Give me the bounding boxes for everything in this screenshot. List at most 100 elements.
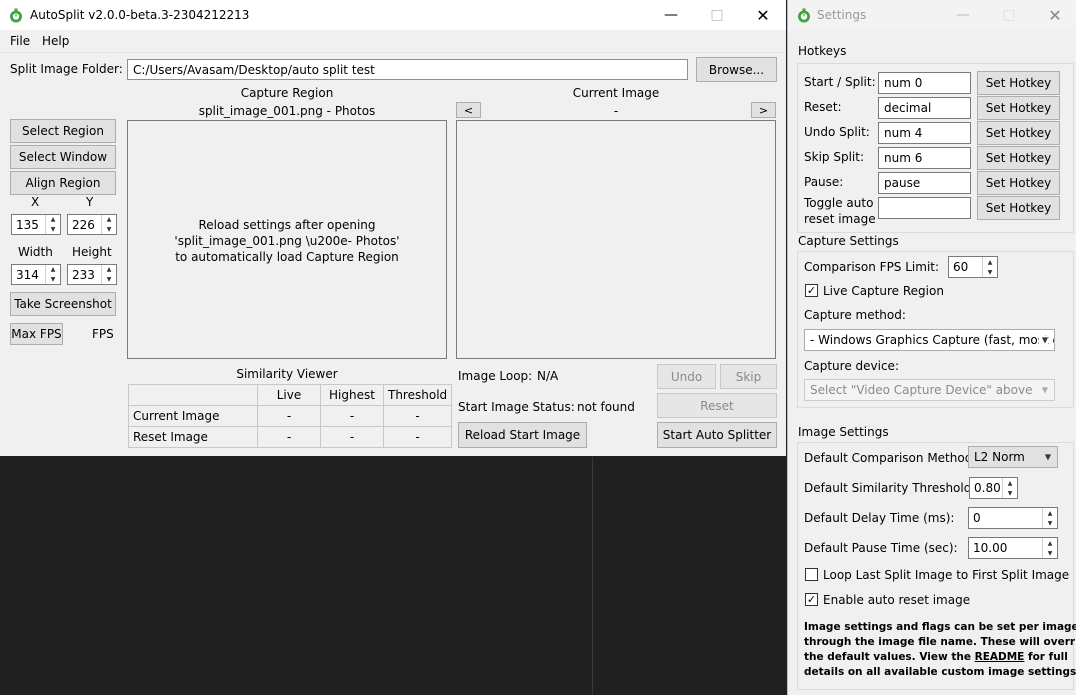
spin-up-icon[interactable]: ▲ (1003, 478, 1017, 488)
skip-button[interactable]: Skip (720, 364, 777, 389)
x-spinbox-arrows[interactable]: ▲ ▼ (45, 215, 60, 234)
capture-region-subtitle: split_image_001.png - Photos (198, 104, 376, 118)
x-label: X (31, 195, 40, 209)
take-screenshot-button[interactable]: Take Screenshot (10, 292, 116, 316)
settings-window: Settings — □ ✕ Hotkeys Start / Split: nu… (787, 0, 1076, 695)
menu-help[interactable]: Help (42, 34, 69, 48)
comparison-method-select[interactable]: L2 Norm ▼ (968, 446, 1058, 468)
delay-time-arrows[interactable]: ▲ ▼ (1042, 508, 1057, 528)
spin-up-icon[interactable]: ▲ (46, 265, 60, 275)
browse-button[interactable]: Browse... (696, 57, 777, 82)
split-folder-input[interactable]: C:/Users/Avasam/Desktop/auto split test (127, 59, 688, 80)
capture-device-value: Select "Video Capture Device" above (810, 383, 1033, 397)
set-hotkey-button[interactable]: Set Hotkey (977, 71, 1060, 95)
cell-live: - (257, 405, 321, 427)
close-icon[interactable]: ✕ (1032, 0, 1076, 30)
capture-device-label: Capture device: (804, 359, 899, 373)
width-spinbox-arrows[interactable]: ▲ ▼ (45, 265, 60, 284)
fps-limit-spinbox[interactable]: 60 ▲ ▼ (948, 256, 998, 278)
similarity-threshold-value: 0.80 (974, 481, 1001, 495)
hotkey-input-reset[interactable]: decimal (878, 97, 971, 119)
enable-reset-label: Enable auto reset image (823, 593, 971, 607)
spin-down-icon[interactable]: ▼ (102, 275, 116, 285)
capture-region-message-line: Reload settings after opening (198, 218, 376, 232)
table-row: Current Image - - - (128, 405, 453, 427)
hotkey-input-toggle-reset[interactable] (878, 197, 971, 219)
loop-checkbox[interactable] (805, 568, 818, 581)
similarity-header-row: Live Highest Threshold (128, 384, 453, 406)
similarity-threshold-spinbox[interactable]: 0.80 ▲ ▼ (969, 477, 1018, 499)
current-image-title: Current Image (572, 86, 660, 100)
image-loop-value: N/A (537, 369, 559, 383)
fps-limit-spinbox-arrows[interactable]: ▲ ▼ (982, 257, 997, 277)
hotkey-input-pause[interactable]: pause (878, 172, 971, 194)
pause-time-arrows[interactable]: ▲ ▼ (1042, 538, 1057, 558)
readme-link[interactable]: README (975, 651, 1025, 663)
width-value: 314 (16, 267, 39, 282)
spin-up-icon[interactable]: ▲ (983, 257, 997, 267)
close-icon[interactable]: ✕ (740, 0, 786, 30)
spin-down-icon[interactable]: ▼ (1003, 488, 1017, 498)
info-text-segment: the default values. View the (804, 651, 971, 663)
menu-file[interactable]: File (10, 34, 30, 48)
spin-down-icon[interactable]: ▼ (1043, 548, 1057, 558)
info-line: the default values. View the README for … (804, 650, 1068, 665)
minimize-icon[interactable]: — (648, 0, 694, 30)
info-line: Image settings and flags can be set per … (804, 621, 1076, 633)
reset-button[interactable]: Reset (657, 393, 777, 418)
settings-window-title: Settings (817, 8, 867, 22)
y-spinbox-arrows[interactable]: ▲ ▼ (101, 215, 116, 234)
set-hotkey-button[interactable]: Set Hotkey (977, 196, 1060, 220)
spin-up-icon[interactable]: ▲ (1043, 508, 1057, 518)
hotkey-input-skip-split[interactable]: num 6 (878, 147, 971, 169)
x-value: 135 (16, 217, 39, 232)
start-auto-splitter-button[interactable]: Start Auto Splitter (657, 422, 777, 448)
width-spinbox[interactable]: 314 ▲ ▼ (11, 264, 61, 285)
spin-down-icon[interactable]: ▼ (983, 267, 997, 277)
enable-reset-checkbox[interactable]: ✓ (805, 593, 818, 606)
cell-highest: - (320, 426, 384, 448)
spin-up-icon[interactable]: ▲ (46, 215, 60, 225)
spin-down-icon[interactable]: ▼ (1043, 518, 1057, 528)
similarity-threshold-arrows[interactable]: ▲ ▼ (1002, 478, 1017, 498)
height-spinbox-arrows[interactable]: ▲ ▼ (101, 265, 116, 284)
reload-start-image-button[interactable]: Reload Start Image (458, 422, 587, 448)
hotkey-input-undo-split[interactable]: num 4 (878, 122, 971, 144)
pause-time-spinbox[interactable]: 10.00 ▲ ▼ (968, 537, 1058, 559)
select-window-button[interactable]: Select Window (10, 145, 116, 169)
undo-button[interactable]: Undo (657, 364, 716, 389)
align-region-button[interactable]: Align Region (10, 171, 116, 195)
set-hotkey-button[interactable]: Set Hotkey (977, 121, 1060, 145)
spin-up-icon[interactable]: ▲ (1043, 538, 1057, 548)
check-icon: ✓ (806, 593, 817, 606)
x-spinbox[interactable]: 135 ▲ ▼ (11, 214, 61, 235)
spin-up-icon[interactable]: ▲ (102, 265, 116, 275)
info-text: Image settings and flags can be set per … (804, 620, 1076, 680)
live-capture-checkbox[interactable]: ✓ (805, 284, 818, 297)
capture-method-select[interactable]: - Windows Graphics Capture (fast, most c… (804, 329, 1055, 351)
set-hotkey-button[interactable]: Set Hotkey (977, 146, 1060, 170)
capture-device-select[interactable]: Select "Video Capture Device" above ▼ (804, 379, 1055, 401)
spin-down-icon[interactable]: ▼ (46, 225, 60, 235)
select-region-button[interactable]: Select Region (10, 119, 116, 143)
spin-down-icon[interactable]: ▼ (46, 275, 60, 285)
set-hotkey-button[interactable]: Set Hotkey (977, 171, 1060, 195)
menu-divider (0, 52, 786, 53)
loop-label: Loop Last Split Image to First Split Ima… (823, 568, 1070, 582)
image-settings-title: Image Settings (798, 425, 889, 439)
spin-up-icon[interactable]: ▲ (102, 215, 116, 225)
chevron-down-icon: ▼ (1041, 385, 1048, 395)
fps-limit-value: 60 (953, 260, 969, 274)
height-value: 233 (72, 267, 95, 282)
minimize-icon[interactable]: — (940, 0, 986, 30)
y-spinbox[interactable]: 226 ▲ ▼ (67, 214, 117, 235)
delay-time-spinbox[interactable]: 0 ▲ ▼ (968, 507, 1058, 529)
max-fps-button[interactable]: Max FPS (10, 323, 63, 345)
set-hotkey-button[interactable]: Set Hotkey (977, 96, 1060, 120)
next-image-button[interactable]: > (751, 102, 776, 118)
hotkey-input-start-split[interactable]: num 0 (878, 72, 971, 94)
spin-down-icon[interactable]: ▼ (102, 225, 116, 235)
info-line: through the image file name. These will … (804, 636, 1076, 648)
split-folder-label: Split Image Folder: (10, 62, 123, 76)
height-spinbox[interactable]: 233 ▲ ▼ (67, 264, 117, 285)
